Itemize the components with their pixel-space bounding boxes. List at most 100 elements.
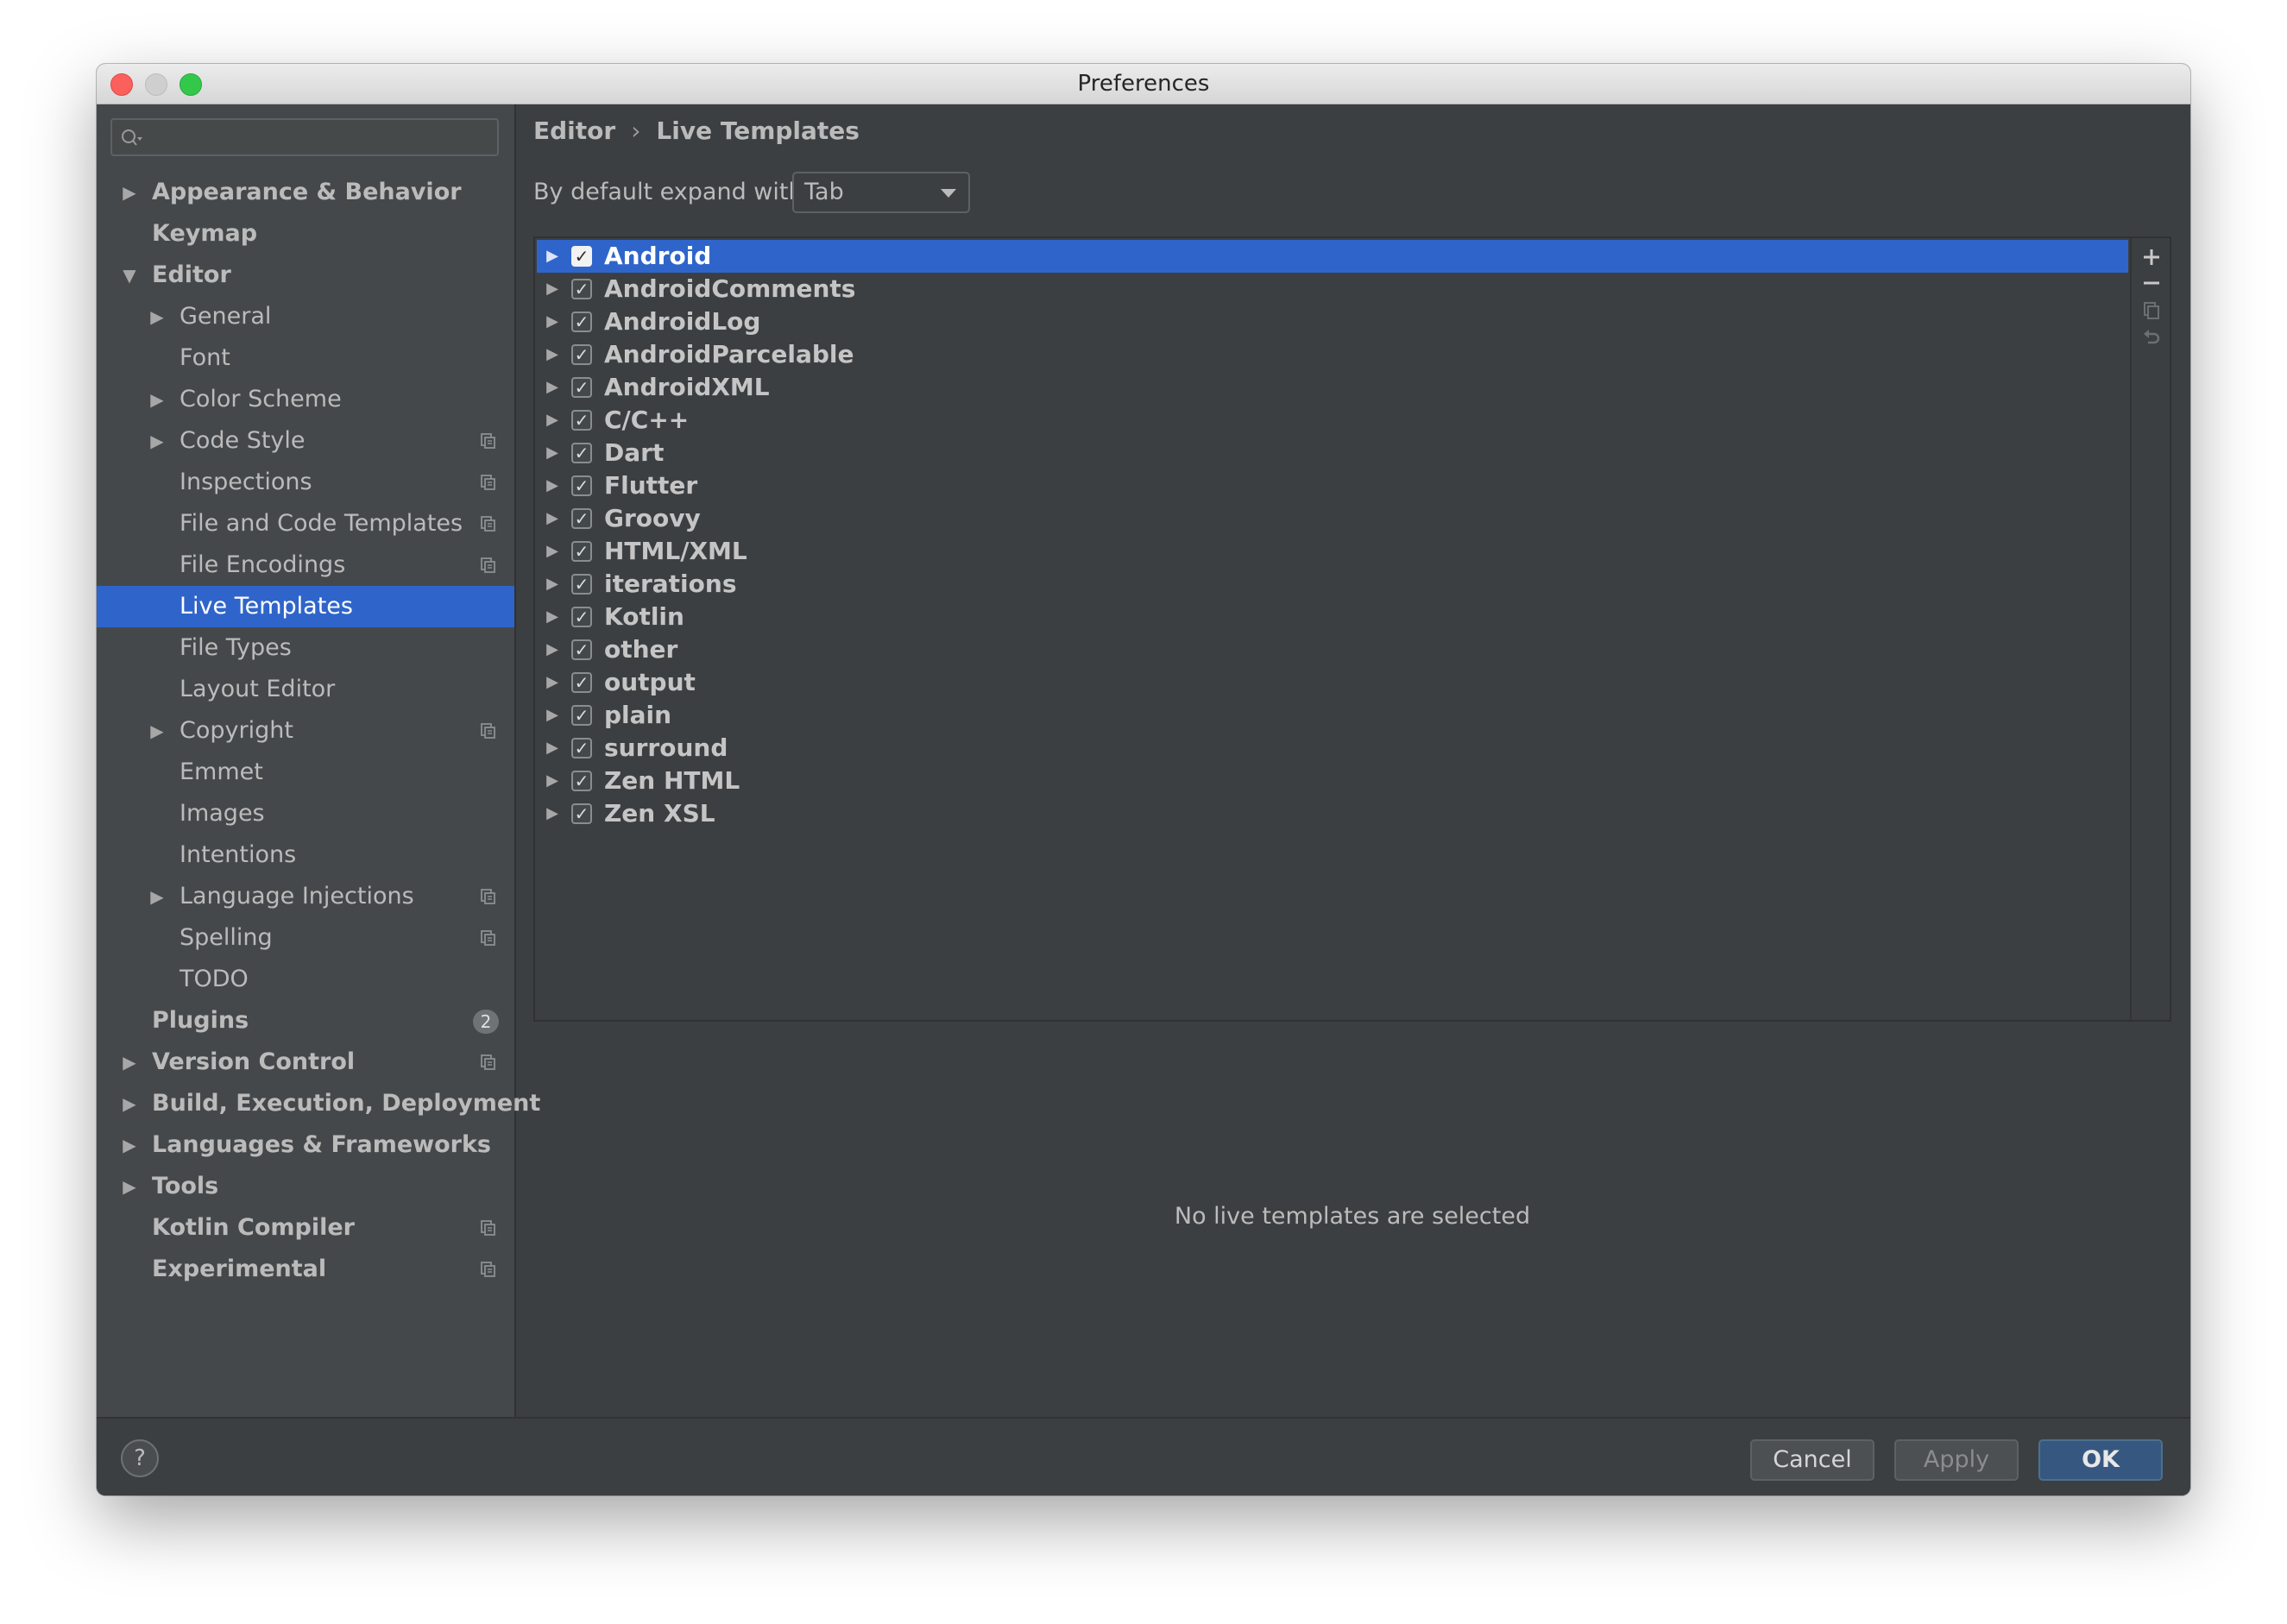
sidebar-item-file-and-code-templates[interactable]: File and Code Templates <box>97 503 514 544</box>
template-group-plain[interactable]: ▶ ✓ plain <box>537 699 2128 732</box>
settings-search-field[interactable] <box>110 118 499 156</box>
template-group-checkbox[interactable]: ✓ <box>571 738 592 758</box>
sidebar-item-code-style[interactable]: ▶ Code Style <box>97 420 514 462</box>
chevron-right-icon[interactable]: ▶ <box>148 420 166 462</box>
template-group-iterations[interactable]: ▶ ✓ iterations <box>537 568 2128 601</box>
sidebar-item-inspections[interactable]: Inspections <box>97 462 514 503</box>
sidebar-item-layout-editor[interactable]: Layout Editor <box>97 669 514 710</box>
template-group-androidxml[interactable]: ▶ ✓ AndroidXML <box>537 371 2128 404</box>
template-group-checkbox[interactable]: ✓ <box>571 803 592 824</box>
chevron-right-icon[interactable]: ▶ <box>544 338 561 371</box>
chevron-right-icon[interactable]: ▶ <box>148 296 166 337</box>
chevron-right-icon[interactable]: ▶ <box>148 379 166 420</box>
chevron-right-icon[interactable]: ▶ <box>121 1042 138 1083</box>
template-group-checkbox[interactable]: ✓ <box>571 771 592 791</box>
template-group-dart[interactable]: ▶ ✓ Dart <box>537 437 2128 469</box>
sidebar-item-spelling[interactable]: Spelling <box>97 917 514 959</box>
template-group-checkbox[interactable]: ✓ <box>571 705 592 726</box>
chevron-right-icon[interactable]: ▶ <box>121 1166 138 1207</box>
template-group-checkbox[interactable]: ✓ <box>571 607 592 627</box>
sidebar-item-keymap[interactable]: Keymap <box>97 213 514 255</box>
template-group-androidcomments[interactable]: ▶ ✓ AndroidComments <box>537 273 2128 305</box>
chevron-right-icon[interactable]: ▶ <box>544 699 561 732</box>
template-group-surround[interactable]: ▶ ✓ surround <box>537 732 2128 765</box>
sidebar-item-build-execution-deployment[interactable]: ▶ Build, Execution, Deployment <box>97 1083 540 1124</box>
sidebar-item-color-scheme[interactable]: ▶ Color Scheme <box>97 379 514 420</box>
template-group-androidlog[interactable]: ▶ ✓ AndroidLog <box>537 305 2128 338</box>
template-group-flutter[interactable]: ▶ ✓ Flutter <box>537 469 2128 502</box>
minus-icon[interactable] <box>2141 273 2162 293</box>
chevron-right-icon[interactable]: ▶ <box>121 1124 138 1166</box>
template-group-checkbox[interactable]: ✓ <box>571 344 592 365</box>
chevron-right-icon[interactable]: ▶ <box>544 732 561 765</box>
template-group-kotlin[interactable]: ▶ ✓ Kotlin <box>537 601 2128 633</box>
chevron-right-icon[interactable]: ▶ <box>544 765 561 797</box>
template-group-c-c[interactable]: ▶ ✓ C/C++ <box>537 404 2128 437</box>
template-group-android[interactable]: ▶ ✓ Android <box>537 240 2128 273</box>
apply-button[interactable]: Apply <box>1894 1439 2019 1481</box>
copy-icon[interactable] <box>2141 300 2162 321</box>
chevron-right-icon[interactable]: ▶ <box>544 437 561 469</box>
chevron-right-icon[interactable]: ▶ <box>544 305 561 338</box>
chevron-right-icon[interactable]: ▶ <box>148 876 166 917</box>
sidebar-item-images[interactable]: Images <box>97 793 514 834</box>
sidebar-item-kotlin-compiler[interactable]: Kotlin Compiler <box>97 1207 514 1249</box>
template-group-groovy[interactable]: ▶ ✓ Groovy <box>537 502 2128 535</box>
template-group-checkbox[interactable]: ✓ <box>571 312 592 332</box>
sidebar-item-tools[interactable]: ▶ Tools <box>97 1166 514 1207</box>
help-button[interactable]: ? <box>121 1439 159 1477</box>
chevron-right-icon[interactable]: ▶ <box>121 172 138 213</box>
template-group-zen-html[interactable]: ▶ ✓ Zen HTML <box>537 765 2128 797</box>
template-group-checkbox[interactable]: ✓ <box>571 443 592 463</box>
template-group-checkbox[interactable]: ✓ <box>571 377 592 398</box>
template-group-html-xml[interactable]: ▶ ✓ HTML/XML <box>537 535 2128 568</box>
template-group-androidparcelable[interactable]: ▶ ✓ AndroidParcelable <box>537 338 2128 371</box>
chevron-down-icon[interactable]: ▼ <box>121 255 138 296</box>
chevron-right-icon[interactable]: ▶ <box>544 502 561 535</box>
template-group-checkbox[interactable]: ✓ <box>571 541 592 562</box>
chevron-right-icon[interactable]: ▶ <box>544 535 561 568</box>
chevron-right-icon[interactable]: ▶ <box>544 273 561 305</box>
sidebar-item-todo[interactable]: TODO <box>97 959 514 1000</box>
sidebar-item-general[interactable]: ▶ General <box>97 296 514 337</box>
template-group-other[interactable]: ▶ ✓ other <box>537 633 2128 666</box>
template-group-zen-xsl[interactable]: ▶ ✓ Zen XSL <box>537 797 2128 830</box>
chevron-right-icon[interactable]: ▶ <box>544 469 561 502</box>
chevron-right-icon[interactable]: ▶ <box>148 710 166 752</box>
template-group-checkbox[interactable]: ✓ <box>571 410 592 431</box>
template-group-checkbox[interactable]: ✓ <box>571 475 592 496</box>
expand-with-select[interactable]: Tab <box>792 172 970 213</box>
sidebar-item-copyright[interactable]: ▶ Copyright <box>97 710 514 752</box>
sidebar-item-language-injections[interactable]: ▶ Language Injections <box>97 876 514 917</box>
template-group-output[interactable]: ▶ ✓ output <box>537 666 2128 699</box>
plus-icon[interactable] <box>2141 247 2162 268</box>
sidebar-item-file-types[interactable]: File Types <box>97 627 514 669</box>
sidebar-item-live-templates[interactable]: Live Templates <box>97 586 514 627</box>
chevron-right-icon[interactable]: ▶ <box>121 1083 138 1124</box>
sidebar-item-appearance-behavior[interactable]: ▶ Appearance & Behavior <box>97 172 514 213</box>
template-group-checkbox[interactable]: ✓ <box>571 246 592 267</box>
chevron-right-icon[interactable]: ▶ <box>544 633 561 666</box>
template-group-checkbox[interactable]: ✓ <box>571 279 592 299</box>
chevron-right-icon[interactable]: ▶ <box>544 404 561 437</box>
undo-icon[interactable] <box>2141 326 2162 347</box>
template-group-checkbox[interactable]: ✓ <box>571 672 592 693</box>
sidebar-item-file-encodings[interactable]: File Encodings <box>97 544 514 586</box>
sidebar-item-experimental[interactable]: Experimental <box>97 1249 514 1290</box>
breadcrumb-parent[interactable]: Editor <box>533 116 615 145</box>
sidebar-item-version-control[interactable]: ▶ Version Control <box>97 1042 514 1083</box>
chevron-right-icon[interactable]: ▶ <box>544 666 561 699</box>
template-group-checkbox[interactable]: ✓ <box>571 508 592 529</box>
chevron-right-icon[interactable]: ▶ <box>544 240 561 273</box>
chevron-right-icon[interactable]: ▶ <box>544 371 561 404</box>
sidebar-item-emmet[interactable]: Emmet <box>97 752 514 793</box>
ok-button[interactable]: OK <box>2038 1439 2163 1481</box>
sidebar-item-editor[interactable]: ▼ Editor <box>97 255 514 296</box>
chevron-right-icon[interactable]: ▶ <box>544 568 561 601</box>
sidebar-item-languages-frameworks[interactable]: ▶ Languages & Frameworks <box>97 1124 514 1166</box>
template-group-checkbox[interactable]: ✓ <box>571 574 592 595</box>
template-group-checkbox[interactable]: ✓ <box>571 639 592 660</box>
chevron-right-icon[interactable]: ▶ <box>544 601 561 633</box>
sidebar-item-font[interactable]: Font <box>97 337 514 379</box>
cancel-button[interactable]: Cancel <box>1750 1439 1874 1481</box>
